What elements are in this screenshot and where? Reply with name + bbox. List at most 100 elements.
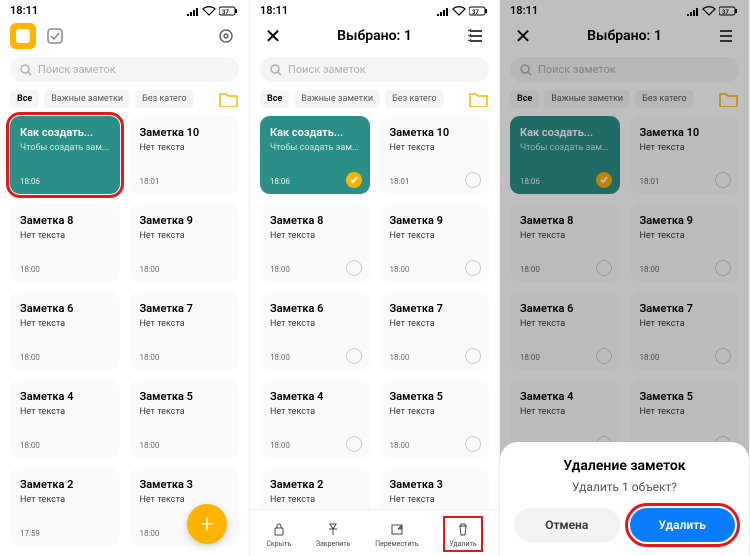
search-icon <box>20 64 32 76</box>
confirm-delete-button[interactable]: Удалить <box>630 508 736 542</box>
move-icon <box>388 520 406 538</box>
note-card[interactable]: Заметка 9Нет текста18:00 <box>130 204 240 282</box>
folder-icon[interactable] <box>469 91 489 107</box>
note-card[interactable]: Заметка 8Нет текста18:00 <box>10 204 120 282</box>
wifi-icon <box>702 6 716 16</box>
note-card[interactable]: Заметка 7Нет текста18:00 <box>380 292 490 370</box>
category-chips: Все Важные заметки Без катего <box>250 90 499 116</box>
note-card[interactable]: Как создать...Чтобы создать зам...18:06 <box>510 116 620 194</box>
close-icon[interactable]: ✕ <box>510 23 536 49</box>
note-card[interactable]: Как создать...Чтобы создать зам...18:06 <box>10 116 120 194</box>
folder-icon[interactable] <box>719 91 739 107</box>
signal-icon <box>437 6 449 16</box>
status-bar: 18:11 37 <box>0 0 249 21</box>
settings-icon[interactable] <box>213 23 239 49</box>
category-chips: Все Важные заметки Без катего <box>500 90 749 116</box>
pin-button[interactable]: Закрепить <box>316 520 351 548</box>
select-all-icon[interactable] <box>463 23 489 49</box>
notes-grid: Как создать...Чтобы создать зам...18:06 … <box>250 116 499 556</box>
note-card[interactable]: Заметка 9Нет текста18:00 <box>380 204 490 282</box>
check-icon <box>596 172 612 188</box>
note-card[interactable]: Заметка 6Нет текста18:00 <box>10 292 120 370</box>
top-bar: ✕ Выбрано: 1 <box>500 21 749 57</box>
dialog-message: Удалить 1 объект? <box>514 480 735 494</box>
search-icon <box>270 64 282 76</box>
note-card[interactable]: Заметка 4Нет текста18:00 <box>260 380 370 458</box>
trash-icon <box>454 520 472 538</box>
notes-grid: Как создать...Чтобы создать зам...18:06 … <box>0 116 249 556</box>
tab-tasks-icon[interactable] <box>42 23 68 49</box>
note-card[interactable]: Заметка 7Нет текста18:00 <box>130 292 240 370</box>
note-card[interactable]: Заметка 4Нет текста18:00 <box>10 380 120 458</box>
note-card[interactable]: Заметка 7Нет текста18:00 <box>630 292 740 370</box>
wifi-icon <box>202 6 216 16</box>
chip-all[interactable]: Все <box>510 90 539 108</box>
selection-title: Выбрано: 1 <box>536 28 713 44</box>
svg-text:37: 37 <box>722 9 729 16</box>
note-card[interactable]: Заметка 8Нет текста18:00 <box>260 204 370 282</box>
select-all-icon[interactable] <box>713 23 739 49</box>
notes-grid: Как создать...Чтобы создать зам...18:06 … <box>500 116 749 468</box>
battery-icon: 37 <box>219 6 239 16</box>
chip-nocat[interactable]: Без катего <box>635 90 694 108</box>
search-placeholder: Поиск заметок <box>288 63 366 76</box>
note-card[interactable]: Заметка 6Нет текста18:00 <box>510 292 620 370</box>
screen-selection: 18:11 37 ✕ Выбрано: 1 Поиск заметок Все … <box>250 0 500 556</box>
folder-icon[interactable] <box>219 91 239 107</box>
battery-icon: 37 <box>719 6 739 16</box>
selection-title: Выбрано: 1 <box>286 28 463 44</box>
pin-icon <box>324 520 342 538</box>
plus-icon: + <box>200 510 214 538</box>
note-card[interactable]: Заметка 10Нет текста18:01 <box>380 116 490 194</box>
lock-icon <box>270 520 288 538</box>
status-time: 18:11 <box>510 4 538 17</box>
note-card[interactable]: Заметка 10Нет текста18:01 <box>130 116 240 194</box>
signal-icon <box>687 6 699 16</box>
note-card[interactable]: Заметка 5Нет текста18:00 <box>130 380 240 458</box>
move-button[interactable]: Переместить <box>375 520 419 548</box>
top-bar: ✕ Выбрано: 1 <box>250 21 499 57</box>
search-placeholder: Поиск заметок <box>538 63 616 76</box>
screen-main: 18:11 37 Поиск заметок Все Важные заметк… <box>0 0 250 556</box>
note-card[interactable]: Заметка 9Нет текста18:00 <box>630 204 740 282</box>
svg-text:37: 37 <box>472 9 479 16</box>
dialog-title: Удаление заметок <box>514 458 735 474</box>
signal-icon <box>187 6 199 16</box>
delete-button[interactable]: Удалить <box>443 516 482 552</box>
chip-important[interactable]: Важные заметки <box>44 90 130 108</box>
note-card[interactable]: Заметка 10Нет текста18:01 <box>630 116 740 194</box>
status-icons: 37 <box>187 6 239 16</box>
category-chips: Все Важные заметки Без катего <box>0 90 249 116</box>
note-card[interactable]: Заметка 5Нет текста18:00 <box>380 380 490 458</box>
unchecked-icon <box>465 172 481 188</box>
chip-all[interactable]: Все <box>10 90 39 108</box>
svg-text:37: 37 <box>222 9 229 16</box>
tab-notes-icon[interactable] <box>10 23 36 49</box>
cancel-button[interactable]: Отмена <box>514 508 620 542</box>
search-bar[interactable]: Поиск заметок <box>510 57 739 82</box>
chip-nocat[interactable]: Без катего <box>135 90 194 108</box>
top-bar <box>0 21 249 57</box>
search-icon <box>520 64 532 76</box>
hide-button[interactable]: Скрыть <box>266 520 291 548</box>
delete-dialog: Удаление заметок Удалить 1 объект? Отмен… <box>500 442 749 556</box>
search-bar[interactable]: Поиск заметок <box>10 57 239 82</box>
battery-icon: 37 <box>469 6 489 16</box>
search-placeholder: Поиск заметок <box>38 63 116 76</box>
status-bar: 18:11 37 <box>500 0 749 21</box>
note-card[interactable]: Заметка 2Нет текста17:59 <box>10 468 120 546</box>
close-icon[interactable]: ✕ <box>260 23 286 49</box>
chip-important[interactable]: Важные заметки <box>294 90 380 108</box>
chip-all[interactable]: Все <box>260 90 289 108</box>
search-bar[interactable]: Поиск заметок <box>260 57 489 82</box>
screen-dialog: 18:11 37 ✕ Выбрано: 1 Поиск заметок Все … <box>500 0 750 556</box>
add-note-button[interactable]: + <box>187 504 227 544</box>
note-card[interactable]: Заметка 6Нет текста18:00 <box>260 292 370 370</box>
status-time: 18:11 <box>260 4 288 17</box>
wifi-icon <box>452 6 466 16</box>
chip-nocat[interactable]: Без катего <box>385 90 444 108</box>
note-card[interactable]: Заметка 8Нет текста18:00 <box>510 204 620 282</box>
note-card[interactable]: Как создать...Чтобы создать зам...18:06 <box>260 116 370 194</box>
bottom-action-bar: Скрыть Закрепить Переместить Удалить <box>250 509 499 556</box>
chip-important[interactable]: Важные заметки <box>544 90 630 108</box>
